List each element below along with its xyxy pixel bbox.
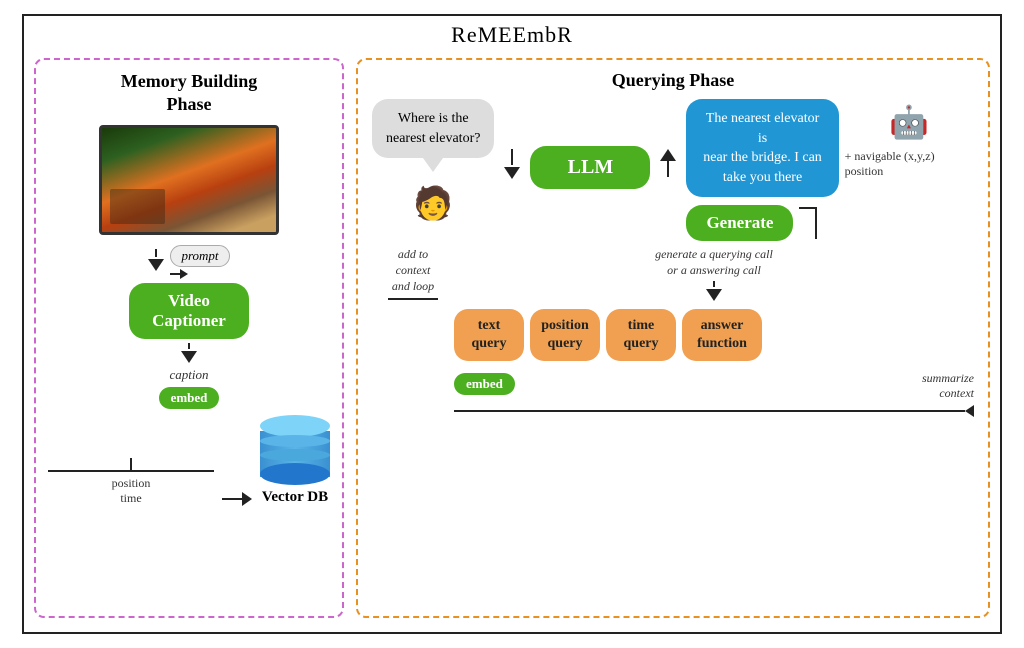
embed-badge-memory: embed — [159, 387, 220, 409]
memory-left-col: positiontime — [48, 458, 214, 506]
querying-phase-title: Querying Phase — [372, 70, 974, 91]
arrow-to-llm — [504, 99, 520, 181]
querying-call-label: generate a querying callor a answering c… — [655, 247, 773, 278]
summarize-label: summarizecontext — [922, 371, 974, 401]
vector-db-cylinder — [260, 415, 330, 485]
functions-col: generate a querying callor a answering c… — [454, 247, 974, 419]
up-arrow-from-generate — [660, 149, 676, 177]
generate-response-col: The nearest elevator isnear the bridge. … — [686, 99, 974, 241]
embed-row: embed summarizecontext — [454, 367, 974, 401]
prompt-area: prompt — [148, 243, 229, 279]
generate-row: Generate — [686, 205, 817, 241]
video-image — [99, 125, 279, 235]
querying-phase: Querying Phase Where is thenearest eleva… — [356, 58, 990, 618]
querying-top-row: Where is thenearest elevator? 🧑 LLM — [372, 99, 974, 241]
robot-emoji: 🤖 — [889, 103, 929, 141]
main-diagram: ReMEEmbR Memory BuildingPhase prompt — [22, 14, 1002, 634]
bottom-arrows — [454, 403, 974, 419]
middle-section: add tocontextand loop generate a queryin… — [372, 247, 974, 419]
llm-box: LLM — [530, 146, 650, 189]
text-query-box: textquery — [454, 309, 524, 361]
generate-box: Generate — [686, 205, 793, 241]
left-loop-arrow — [388, 298, 438, 300]
down-arrow-1 — [148, 249, 164, 273]
phases-row: Memory BuildingPhase prompt — [24, 52, 1000, 628]
main-title: ReMEEmbR — [24, 16, 1000, 52]
query-bubble: Where is thenearest elevator? — [372, 99, 494, 158]
answer-function-box: answerfunction — [682, 309, 762, 361]
time-query-box: timequery — [606, 309, 676, 361]
embed-badge-query: embed — [454, 373, 515, 395]
navigable-label: + navigable (x,y,z) position — [845, 149, 974, 179]
caption-row: caption — [170, 343, 209, 383]
add-to-context-label: add tocontextand loop — [392, 247, 434, 294]
prompt-badge: prompt — [170, 245, 229, 267]
person-emoji: 🧑 — [413, 184, 453, 222]
vector-db-label: Vector DB — [262, 489, 328, 506]
memory-bottom: positiontime Vector DB — [48, 415, 330, 506]
query-bubble-col: Where is thenearest elevator? 🧑 — [372, 99, 494, 222]
horiz-arrow-to-db — [222, 492, 252, 506]
memory-building-phase: Memory BuildingPhase prompt — [34, 58, 344, 618]
video-captioner-box: VideoCaptioner — [129, 283, 249, 339]
robot-col: 🤖 + navigable (x,y,z) position — [845, 99, 974, 179]
caption-label: caption — [170, 367, 209, 383]
right-loop-arrow — [799, 207, 817, 239]
llm-section: LLM — [530, 143, 650, 192]
function-boxes-row: textquery positionquery timequery answer… — [454, 309, 974, 361]
vector-db-col: Vector DB — [260, 415, 330, 506]
position-time-label: positiontime — [112, 476, 151, 506]
response-row: The nearest elevator isnear the bridge. … — [686, 99, 974, 197]
memory-phase-title: Memory BuildingPhase — [121, 70, 258, 117]
add-context-col: add tocontextand loop — [372, 247, 454, 300]
response-bubble: The nearest elevator isnear the bridge. … — [686, 99, 838, 197]
position-query-box: positionquery — [530, 309, 600, 361]
